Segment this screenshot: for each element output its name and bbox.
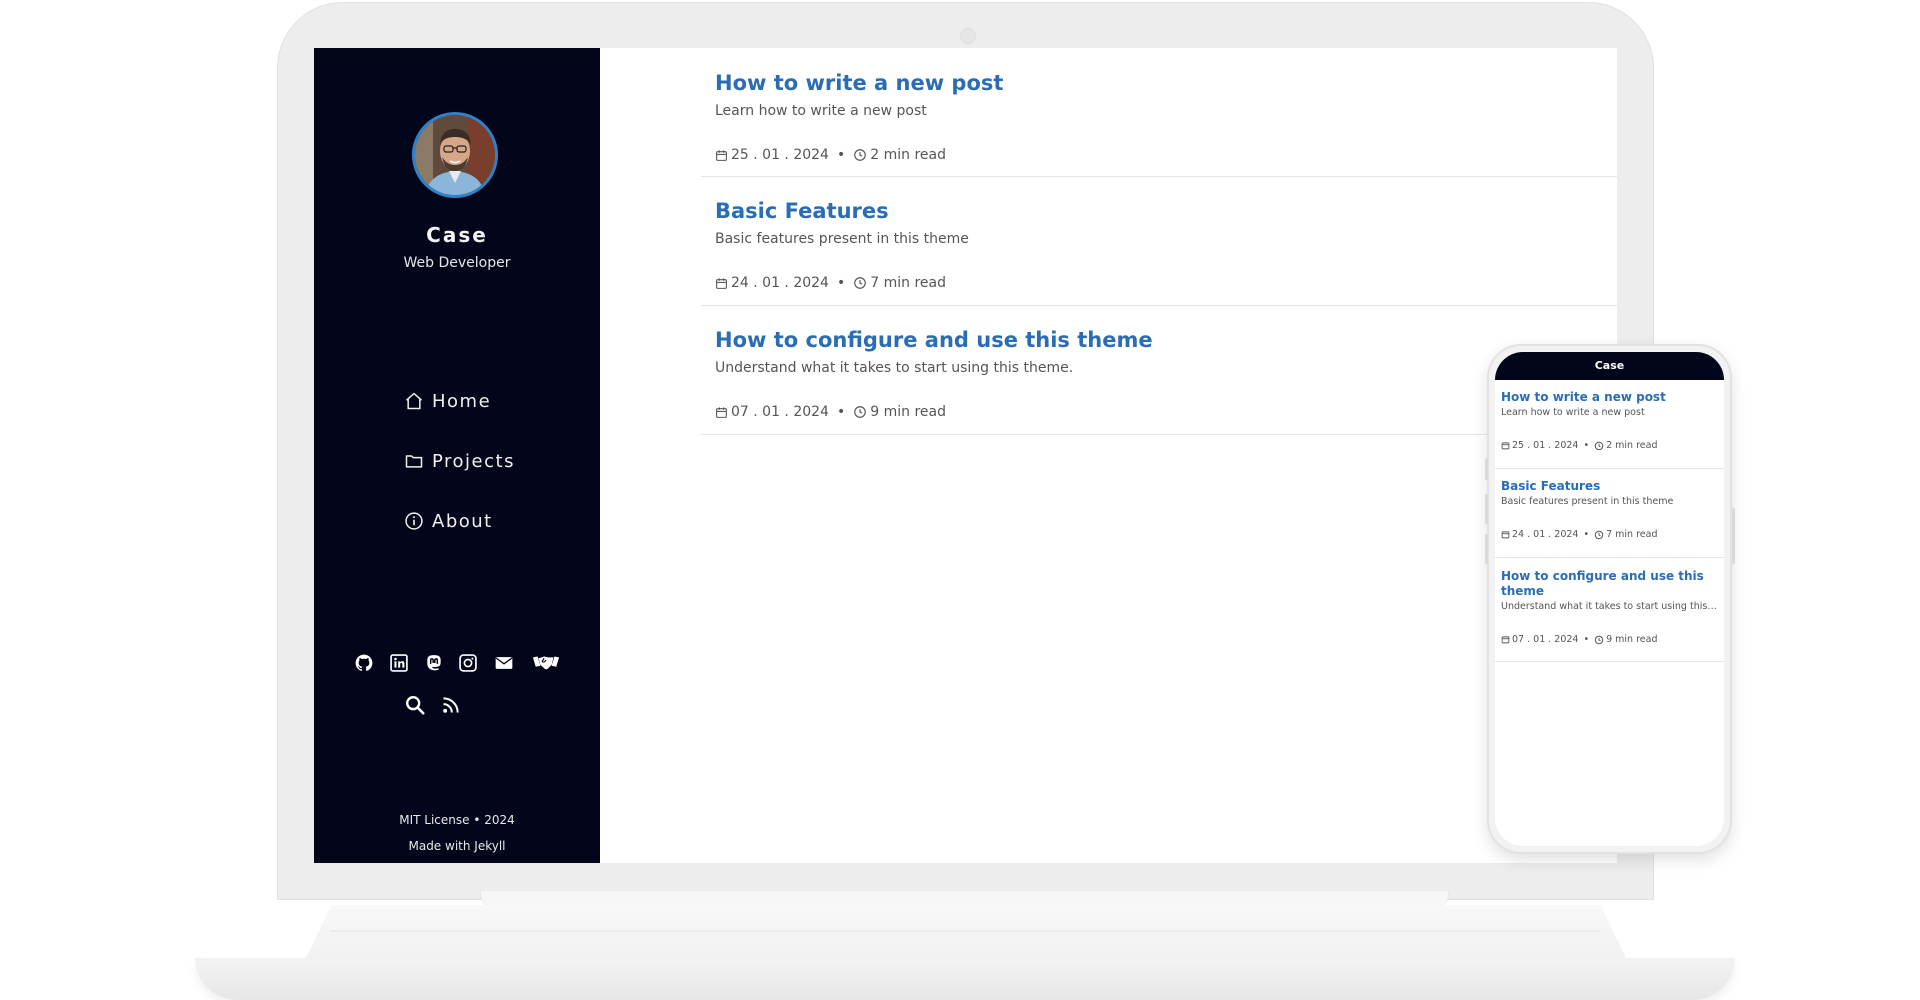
post-read-time: 2 min read — [870, 147, 946, 163]
nav-item-label: Home — [432, 390, 492, 412]
home-icon — [406, 392, 422, 410]
laptop-keyboard-deck — [305, 905, 1627, 960]
mobile-post-date: 25 . 01 . 2024 — [1512, 440, 1579, 451]
mobile-post-read-time: 2 min read — [1606, 440, 1658, 451]
calendar-icon — [1501, 636, 1510, 644]
meta-separator: • — [836, 147, 846, 163]
phone-screen: Case How to write a new post Learn how t… — [1495, 352, 1724, 846]
post-description: Understand what it takes to start using … — [715, 360, 1074, 376]
post-date: 24 . 01 . 2024 — [731, 275, 829, 291]
nav-item-label: Projects — [432, 450, 515, 472]
mobile-post-date: 24 . 01 . 2024 — [1512, 529, 1579, 540]
mobile-post-item: How to write a new post Learn how to wri… — [1495, 380, 1724, 469]
mobile-post-description: Basic features present in this theme — [1501, 496, 1674, 507]
post-read-time: 7 min read — [870, 275, 946, 291]
mobile-post-title-link[interactable]: How to configure and use this theme — [1501, 569, 1716, 599]
phone-side-button — [1485, 534, 1488, 564]
instagram-icon — [459, 654, 477, 672]
clock-icon — [1594, 635, 1604, 644]
nav-item-projects[interactable]: Projects — [404, 447, 515, 475]
post-title-link[interactable]: How to configure and use this theme — [715, 328, 1153, 352]
mobile-post-title-link[interactable]: Basic Features — [1501, 479, 1716, 494]
phone-power-button — [1732, 508, 1735, 564]
instagram-link[interactable] — [456, 651, 480, 675]
rss-link[interactable] — [439, 693, 463, 717]
mastodon-link[interactable] — [422, 651, 446, 675]
github-icon — [355, 654, 373, 671]
post-item: Basic Features Basic features present in… — [701, 177, 1617, 306]
mobile-post-description: Learn how to write a new post — [1501, 407, 1645, 418]
calendar-icon — [716, 277, 727, 289]
linkedin-link[interactable] — [387, 651, 411, 675]
search-link[interactable] — [403, 693, 427, 717]
post-meta: 25 . 01 . 2024 • 2 min read — [715, 147, 946, 163]
meta-separator: • — [1583, 529, 1590, 540]
meta-separator: • — [836, 275, 846, 291]
meta-separator: • — [836, 404, 846, 420]
post-meta: 24 . 01 . 2024 • 7 min read — [715, 275, 946, 291]
laptop-screen: Case Web Developer Home Projects About M… — [314, 48, 1617, 863]
footer-license: MIT License • 2024 — [399, 813, 515, 827]
mobile-post-meta: 25 . 01 . 2024 • 2 min read — [1501, 440, 1658, 451]
meta-separator: • — [1583, 440, 1590, 451]
mobile-post-description: Understand what it takes to start using … — [1501, 601, 1719, 612]
post-title-link[interactable]: How to write a new post — [715, 71, 1003, 95]
laptop-camera — [960, 28, 976, 44]
post-item: How to write a new post Learn how to wri… — [701, 48, 1617, 177]
laptop-base — [195, 958, 1735, 1000]
clock-icon — [854, 149, 867, 161]
clock-icon — [1594, 530, 1604, 539]
mobile-post-title-link[interactable]: How to write a new post — [1501, 390, 1716, 405]
linkedin-icon — [390, 654, 408, 672]
clock-icon — [1594, 441, 1604, 450]
author-role: Web Developer — [403, 255, 511, 271]
post-item: How to configure and use this theme Unde… — [701, 306, 1617, 435]
clock-icon — [854, 277, 867, 289]
mobile-post-meta: 24 . 01 . 2024 • 7 min read — [1501, 529, 1658, 540]
email-icon — [495, 657, 513, 669]
calendar-icon — [1501, 531, 1510, 539]
post-title-link[interactable]: Basic Features — [715, 199, 889, 223]
rss-icon — [443, 697, 459, 713]
search-icon — [406, 696, 425, 715]
footer-made-with: Made with Jekyll — [408, 839, 506, 853]
meta-separator: • — [1583, 634, 1590, 645]
calendar-icon — [716, 149, 727, 161]
mobile-post-item: How to configure and use this theme Unde… — [1495, 558, 1724, 662]
nav-item-home[interactable]: Home — [404, 387, 491, 415]
handshake-icon — [532, 656, 560, 670]
info-icon — [405, 512, 423, 530]
folder-icon — [405, 455, 423, 468]
post-description: Basic features present in this theme — [715, 231, 969, 247]
nav-item-label: About — [432, 510, 493, 532]
calendar-icon — [716, 406, 727, 418]
calendar-icon — [1501, 442, 1510, 450]
mobile-post-read-time: 7 min read — [1606, 529, 1658, 540]
avatar[interactable] — [412, 112, 498, 198]
mobile-post-meta: 07 . 01 . 2024 • 9 min read — [1501, 634, 1658, 645]
phone-side-button — [1485, 458, 1488, 480]
clock-icon — [854, 406, 867, 418]
handshake-link[interactable] — [531, 651, 561, 675]
mobile-post-item: Basic Features Basic features present in… — [1495, 469, 1724, 558]
mobile-header-title[interactable]: Case — [1495, 352, 1724, 380]
nav-item-about[interactable]: About — [404, 507, 493, 535]
phone-side-button — [1485, 494, 1488, 524]
email-link[interactable] — [492, 651, 516, 675]
sidebar: Case Web Developer Home Projects About M… — [314, 48, 600, 863]
laptop-keyline — [330, 930, 1600, 932]
github-link[interactable] — [352, 651, 376, 675]
mobile-post-date: 07 . 01 . 2024 — [1512, 634, 1579, 645]
avatar-portrait-icon — [415, 115, 495, 195]
post-date: 07 . 01 . 2024 — [731, 404, 829, 420]
post-description: Learn how to write a new post — [715, 103, 927, 119]
post-read-time: 9 min read — [870, 404, 946, 420]
mobile-post-read-time: 9 min read — [1606, 634, 1658, 645]
post-date: 25 . 01 . 2024 — [731, 147, 829, 163]
mastodon-icon — [427, 655, 441, 671]
laptop-hinge — [481, 891, 1448, 905]
author-name: Case — [426, 223, 488, 247]
post-meta: 07 . 01 . 2024 • 9 min read — [715, 404, 946, 420]
phone-frame: Case How to write a new post Learn how t… — [1485, 344, 1735, 854]
